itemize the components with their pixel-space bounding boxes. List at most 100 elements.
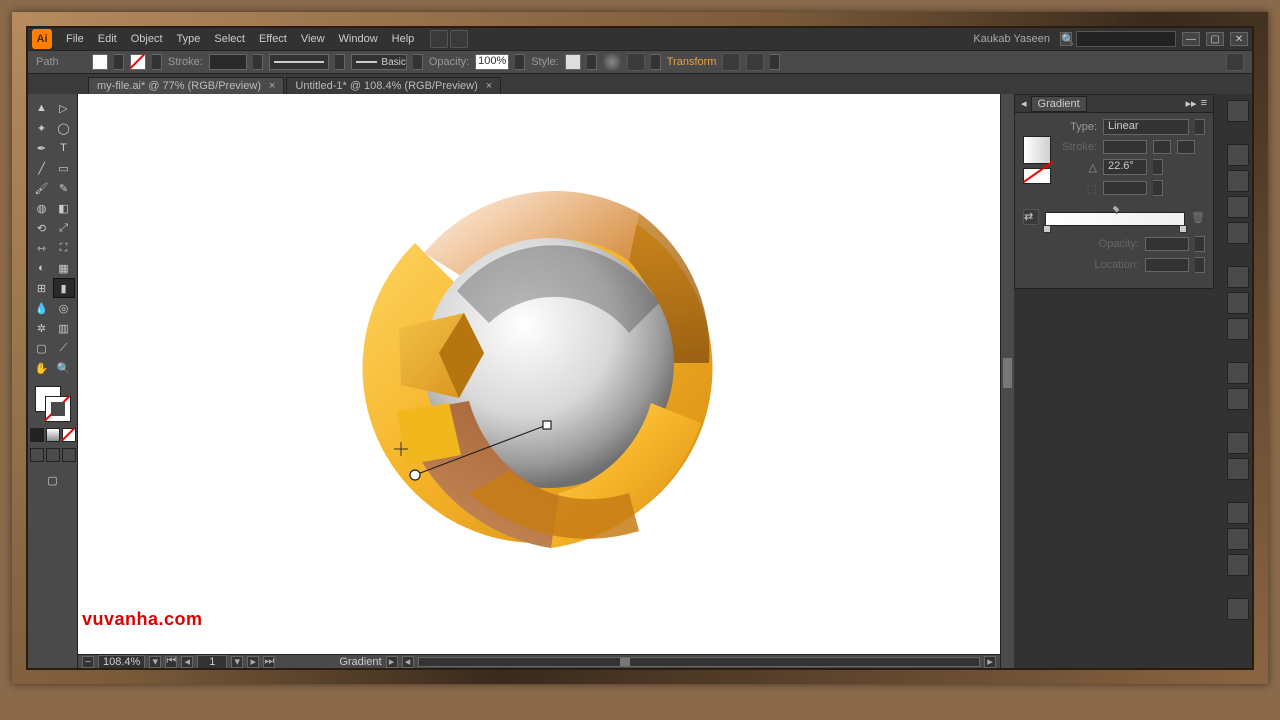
maximize-button[interactable]: ▢: [1206, 32, 1224, 46]
stop-opacity-input[interactable]: [1145, 237, 1189, 251]
shape-icon[interactable]: [746, 53, 764, 71]
stroke-weight-input[interactable]: [209, 54, 247, 70]
dock-swatches-icon[interactable]: [1227, 170, 1249, 192]
type-tool[interactable]: T: [53, 138, 75, 158]
panel-menu-icon[interactable]: ≡: [1201, 97, 1207, 110]
doc-tab-2[interactable]: Untitled-1* @ 108.4% (RGB/Preview)×: [286, 77, 501, 94]
dock-stroke-icon[interactable]: [1227, 266, 1249, 288]
menu-object[interactable]: Object: [125, 31, 169, 47]
doc-tab-1[interactable]: my-file.ai* @ 77% (RGB/Preview)×: [88, 77, 284, 94]
aspect-dropdown[interactable]: [1153, 180, 1163, 196]
screen-mode-cycle[interactable]: ▢: [42, 470, 64, 490]
gradient-aspect-input[interactable]: [1103, 181, 1147, 195]
user-name[interactable]: Kaukab Yaseen: [965, 33, 1058, 45]
brush-select[interactable]: Basic: [351, 54, 407, 70]
screen-mode-3[interactable]: [62, 448, 76, 462]
dock-transform-icon[interactable]: [1227, 528, 1249, 550]
none-mode-btn[interactable]: [62, 428, 76, 442]
lasso-tool[interactable]: ◯: [53, 118, 75, 138]
next-artboard-icon[interactable]: ▸: [247, 656, 259, 668]
panel-menu-icon[interactable]: [1226, 53, 1244, 71]
blob-brush-tool[interactable]: ◍: [31, 198, 53, 218]
gradient-stroke-preview[interactable]: [1023, 168, 1051, 184]
fill-dropdown[interactable]: [114, 54, 124, 70]
dock-symbols-icon[interactable]: [1227, 222, 1249, 244]
profile-dropdown[interactable]: [335, 54, 345, 70]
angle-dropdown[interactable]: [1153, 159, 1163, 175]
dock-transparency-icon[interactable]: [1227, 318, 1249, 340]
stroke-grad-3[interactable]: [1177, 140, 1195, 154]
slice-tool[interactable]: ⟋: [53, 338, 75, 358]
gradient-stop-2[interactable]: [1179, 225, 1187, 233]
close-icon[interactable]: ×: [486, 80, 492, 92]
artboard-number[interactable]: 1: [197, 655, 227, 669]
layout-icon[interactable]: [430, 30, 448, 48]
shape-dropdown[interactable]: [770, 54, 780, 70]
dock-layers-icon[interactable]: [1227, 432, 1249, 454]
minimize-button[interactable]: —: [1182, 32, 1200, 46]
stroke-grad-1[interactable]: [1103, 140, 1147, 154]
menu-window[interactable]: Window: [333, 31, 384, 47]
stroke-grad-2[interactable]: [1153, 140, 1171, 154]
pen-tool[interactable]: ✒: [31, 138, 53, 158]
stop-opacity-dropdown[interactable]: [1195, 236, 1205, 252]
dock-pathfinder-icon[interactable]: [1227, 554, 1249, 576]
paintbrush-tool[interactable]: 🖌: [31, 178, 53, 198]
mesh-tool[interactable]: ⊞: [31, 278, 53, 298]
dock-actions-icon[interactable]: [1227, 598, 1249, 620]
status-dropdown[interactable]: ▸: [386, 656, 398, 668]
gradient-ramp[interactable]: [1045, 212, 1185, 226]
artboard-tool[interactable]: ▢: [31, 338, 53, 358]
zoom-dropdown[interactable]: ▾: [149, 656, 161, 668]
width-tool[interactable]: ⇿: [31, 238, 53, 258]
stroke-dropdown[interactable]: [152, 54, 162, 70]
artboard-dropdown[interactable]: ▾: [231, 656, 243, 668]
selection-tool[interactable]: ▲: [31, 98, 53, 118]
expand-icon[interactable]: ◂: [1021, 97, 1027, 110]
blend-tool[interactable]: ◎: [53, 298, 75, 318]
zoom-tool[interactable]: 🔍: [53, 358, 75, 378]
type-dropdown[interactable]: [1195, 119, 1205, 135]
gradient-midpoint[interactable]: [1111, 204, 1121, 214]
menu-file[interactable]: File: [60, 31, 90, 47]
stroke-swatch[interactable]: [130, 54, 146, 70]
menu-edit[interactable]: Edit: [92, 31, 123, 47]
gradient-tool[interactable]: ▮: [53, 278, 75, 298]
dock-artboards-icon[interactable]: [1227, 458, 1249, 480]
menu-effect[interactable]: Effect: [253, 31, 293, 47]
symbol-sprayer-tool[interactable]: ✲: [31, 318, 53, 338]
gradient-type-select[interactable]: Linear: [1103, 119, 1189, 135]
scale-tool[interactable]: ⤢: [53, 218, 75, 238]
transform-link[interactable]: Transform: [667, 56, 717, 68]
vertical-scrollbar[interactable]: [1000, 94, 1014, 668]
menu-type[interactable]: Type: [171, 31, 207, 47]
opacity-input[interactable]: 100%: [475, 54, 509, 70]
menu-help[interactable]: Help: [386, 31, 421, 47]
search-input[interactable]: [1076, 31, 1176, 47]
style-dropdown[interactable]: [587, 54, 597, 70]
rotate-tool[interactable]: ⟲: [31, 218, 53, 238]
zoom-level[interactable]: 108.4%: [98, 655, 145, 669]
dock-appearance-icon[interactable]: [1227, 362, 1249, 384]
first-artboard-icon[interactable]: ⏮: [165, 656, 177, 668]
dock-color-icon[interactable]: [1227, 100, 1249, 122]
close-icon[interactable]: ×: [269, 80, 275, 92]
align-icon[interactable]: [627, 53, 645, 71]
style-swatch[interactable]: [565, 54, 581, 70]
screen-mode-2[interactable]: [46, 448, 60, 462]
rectangle-tool[interactable]: ▭: [53, 158, 75, 178]
align-dropdown[interactable]: [651, 54, 661, 70]
dock-brushes-icon[interactable]: [1227, 196, 1249, 218]
arrange-icon[interactable]: [450, 30, 468, 48]
pencil-tool[interactable]: ✎: [53, 178, 75, 198]
menu-view[interactable]: View: [295, 31, 331, 47]
dock-gradient-icon[interactable]: [1227, 292, 1249, 314]
collapse-icon[interactable]: ▸▸: [1186, 97, 1197, 110]
opacity-dropdown[interactable]: [515, 54, 525, 70]
close-button[interactable]: ✕: [1230, 32, 1248, 46]
perspective-tool[interactable]: ▦: [53, 258, 75, 278]
prev-artboard-icon[interactable]: ◂: [181, 656, 193, 668]
horizontal-scrollbar[interactable]: [418, 657, 980, 667]
eyedropper-tool[interactable]: 💧: [31, 298, 53, 318]
stroke-weight-dropdown[interactable]: [253, 54, 263, 70]
